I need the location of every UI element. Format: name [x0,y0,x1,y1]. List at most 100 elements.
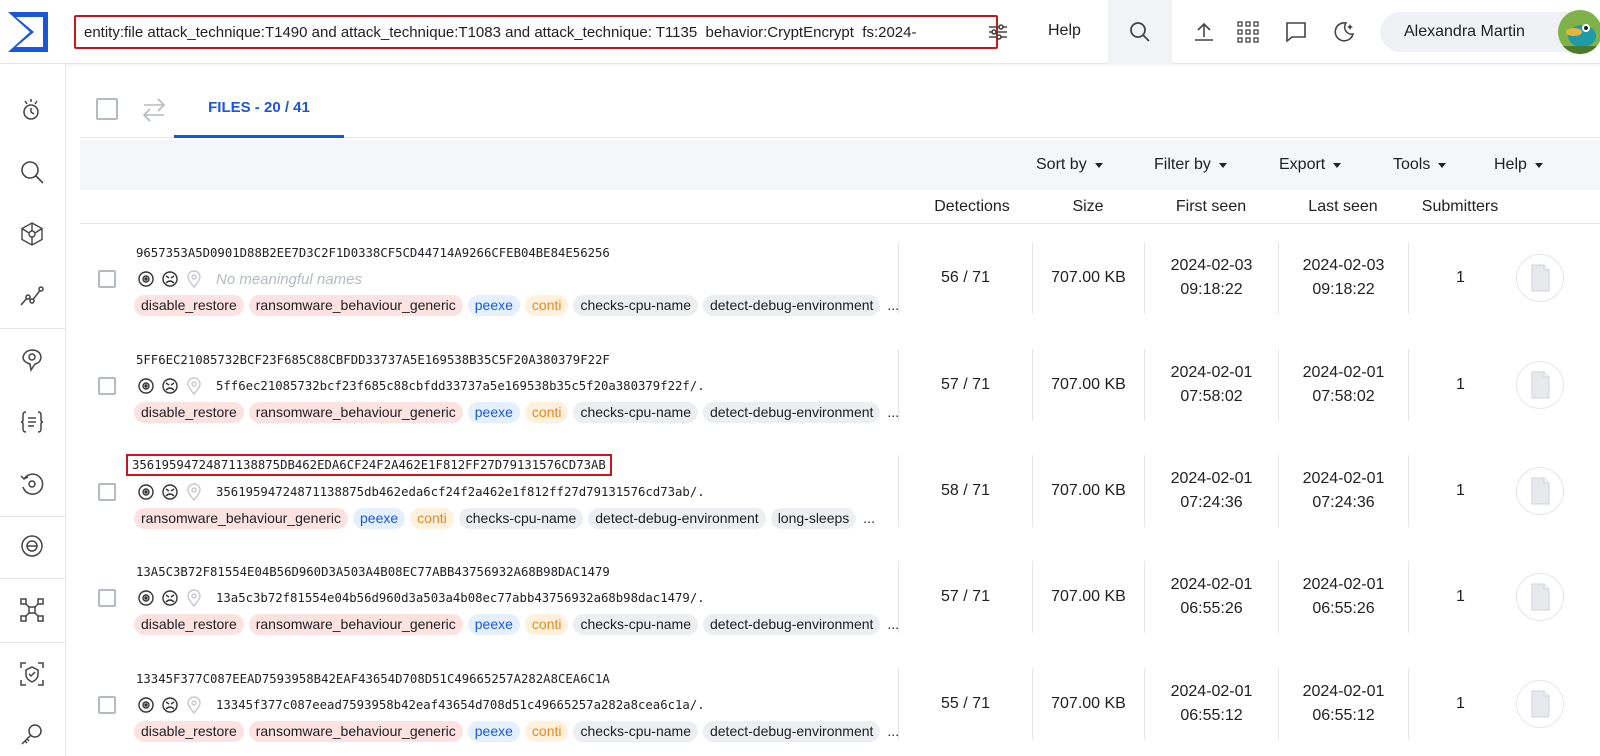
sandbox-icon[interactable] [14,592,50,628]
table-row[interactable]: 13345F377C087EEAD7593958B42EAF43654D708D… [80,650,1600,756]
last-seen-time: 06:55:12 [1312,707,1375,724]
dark-mode-icon[interactable] [1330,18,1358,46]
tag[interactable]: peexe [467,720,520,742]
file-hash-link[interactable]: 9657353A5D0901D88B2EE7D3C2F1D0338CF5CD44… [136,246,610,260]
tag[interactable]: disable_restore [134,720,244,742]
search-input[interactable]: entity:file attack_technique:T1490 and a… [74,15,998,49]
file-type-icon[interactable] [1516,680,1564,728]
tag[interactable]: checks-cpu-name [573,720,698,742]
search-button[interactable] [1108,0,1172,64]
more-tags[interactable]: ... [863,510,875,526]
tag[interactable]: detect-debug-environment [588,507,766,529]
column-last-seen[interactable]: Last seen [1278,198,1408,216]
first-seen-time: 09:18:22 [1180,281,1243,298]
first-seen-time: 06:55:12 [1180,707,1243,724]
tag[interactable]: peexe [353,507,406,529]
eye-target-icon [136,588,156,608]
chevron-down-icon [1333,162,1342,168]
tag[interactable]: conti [524,294,569,316]
tag[interactable]: conti [410,507,454,529]
tag[interactable]: conti [524,613,569,635]
column-size[interactable]: Size [1032,198,1144,216]
row-checkbox[interactable] [98,270,116,288]
row-checkbox[interactable] [98,377,116,395]
file-type-icon[interactable] [1516,254,1564,302]
file-type-icon[interactable] [1516,361,1564,409]
hunting-icon[interactable] [14,278,50,314]
row-checkbox[interactable] [98,483,116,501]
tag[interactable]: long-sleeps [770,507,857,529]
apps-grid-icon[interactable] [1234,18,1262,46]
tag[interactable]: peexe [467,294,520,316]
file-hash-link[interactable]: 35619594724871138875DB462EDA6CF24F2A462E… [126,454,612,476]
location-pin-icon [184,376,204,396]
tag[interactable]: checks-cpu-name [458,507,584,529]
tools-dropdown[interactable]: Tools [1393,156,1447,174]
tag[interactable]: checks-cpu-name [573,294,698,316]
tag[interactable]: ransomware_behaviour_generic [248,720,463,742]
key-icon[interactable] [14,716,50,752]
tag[interactable]: checks-cpu-name [573,401,698,423]
sort-by-dropdown[interactable]: Sort by [1036,156,1103,174]
row-checkbox[interactable] [98,589,116,607]
sigma-logo-icon[interactable] [4,8,52,56]
tag[interactable]: detect-debug-environment [702,720,881,742]
swap-arrows-icon[interactable] [140,96,168,124]
tag[interactable]: conti [524,401,569,423]
threat-landscape-icon[interactable] [14,92,50,128]
file-hash-link[interactable]: 13345F377C087EEAD7593958B42EAF43654D708D… [136,672,610,686]
tag[interactable]: detect-debug-environment [702,401,881,423]
export-label: Export [1279,156,1326,173]
tag[interactable]: disable_restore [134,401,244,423]
retrohunt-icon[interactable] [14,466,50,502]
tag[interactable]: peexe [467,401,520,423]
export-dropdown[interactable]: Export [1279,156,1342,174]
tag[interactable]: ransomware_behaviour_generic [134,507,349,529]
tab-files[interactable]: FILES - 20 / 41 [174,80,344,138]
search-icon [1130,22,1150,42]
detections-value[interactable]: 55 / 71 [898,668,1032,740]
shield-icon[interactable] [14,656,50,692]
file-hash-link[interactable]: 5FF6EC21085732BCF23F685C88CBFDD33737A5E1… [136,353,610,367]
file-type-icon[interactable] [1516,467,1564,515]
tag[interactable]: checks-cpu-name [573,613,698,635]
tag[interactable]: ransomware_behaviour_generic [248,613,463,635]
code-rules-icon[interactable] [14,404,50,440]
upload-icon[interactable] [1190,18,1218,46]
select-all-checkbox[interactable] [96,98,118,120]
help-link[interactable]: Help [1048,22,1081,40]
graph-icon[interactable] [14,216,50,252]
tag[interactable]: ransomware_behaviour_generic [248,294,463,316]
column-submitters[interactable]: Submitters [1408,198,1512,216]
tag[interactable]: detect-debug-environment [702,613,881,635]
detections-value[interactable]: 56 / 71 [898,242,1032,314]
location-pin-icon [184,695,204,715]
tag[interactable]: disable_restore [134,613,244,635]
user-menu[interactable]: Alexandra Martin [1380,10,1600,54]
help-dropdown[interactable]: Help [1494,156,1543,174]
row-checkbox[interactable] [98,696,116,714]
table-row[interactable]: 9657353A5D0901D88B2EE7D3C2F1D0338CF5CD44… [80,224,1600,332]
filter-by-dropdown[interactable]: Filter by [1154,156,1227,174]
column-detections[interactable]: Detections [912,198,1032,216]
detections-value[interactable]: 58 / 71 [898,455,1032,527]
first-seen-date: 2024-02-01 [1170,364,1253,381]
file-hash-link[interactable]: 13A5C3B72F81554E04B56D960D3A503A4B08EC77… [136,565,610,579]
sliders-icon[interactable] [984,18,1012,46]
search-icon[interactable] [14,154,50,190]
table-row[interactable]: 13A5C3B72F81554E04B56D960D3A503A4B08EC77… [80,543,1600,651]
detections-value[interactable]: 57 / 71 [898,561,1032,633]
table-row[interactable]: 5FF6EC21085732BCF23F685C88CBFDD33737A5E1… [80,331,1600,439]
table-row[interactable]: 35619594724871138875DB462EDA6CF24F2A462E… [80,437,1600,545]
collections-icon[interactable] [14,528,50,564]
intelligence-icon[interactable] [14,342,50,378]
tag[interactable]: conti [524,720,569,742]
chat-icon[interactable] [1282,18,1310,46]
tag[interactable]: disable_restore [134,294,244,316]
column-first-seen[interactable]: First seen [1144,198,1278,216]
tag[interactable]: ransomware_behaviour_generic [248,401,463,423]
tag[interactable]: detect-debug-environment [702,294,881,316]
detections-value[interactable]: 57 / 71 [898,349,1032,421]
tag[interactable]: peexe [467,613,520,635]
file-type-icon[interactable] [1516,573,1564,621]
